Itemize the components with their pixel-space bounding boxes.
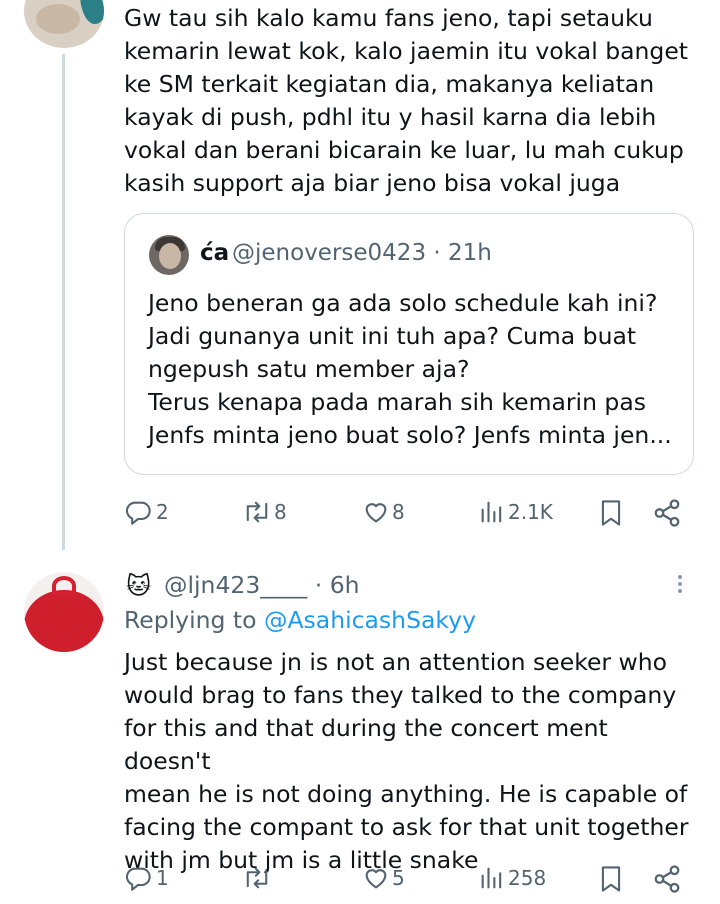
like-count: 5: [392, 866, 405, 890]
repost-button[interactable]: [242, 864, 274, 892]
share-icon: [654, 499, 680, 527]
reply-icon: [125, 867, 151, 891]
thread-connector-line: [62, 54, 65, 550]
share-icon: [654, 865, 680, 893]
quoted-tweet-text: Jeno beneran ga ada solo schedule kah in…: [148, 289, 672, 449]
handle-time: @ljn423____ · 6h: [164, 571, 360, 599]
replying-handle-link[interactable]: @AsahicashSakyy: [264, 606, 476, 634]
share-button[interactable]: [652, 864, 682, 894]
repost-button[interactable]: 8: [242, 498, 287, 526]
avatar[interactable]: [24, 0, 104, 48]
tweet-text: Just because jn is not an attention seek…: [124, 648, 689, 874]
views-icon: [481, 867, 502, 889]
like-count: 8: [392, 500, 405, 524]
replying-prefix: Replying to: [124, 606, 264, 634]
avatar[interactable]: [24, 572, 104, 652]
reply-icon: [125, 501, 151, 525]
views-count: 2.1K: [508, 500, 553, 524]
reply-count: 1: [156, 866, 169, 890]
views-button[interactable]: 258: [478, 864, 546, 892]
bookmark-button[interactable]: [598, 498, 624, 528]
quoted-handle-time: @jenoverse0423 · 21h: [232, 240, 492, 266]
quoted-display-name[interactable]: ća: [200, 240, 229, 266]
like-icon: [365, 869, 387, 889]
views-icon: [481, 501, 502, 523]
repost-icon: [246, 867, 268, 889]
repost-count: 8: [274, 500, 287, 524]
like-button[interactable]: 5: [362, 864, 405, 892]
display-name-emoji[interactable]: 🐱: [126, 572, 151, 600]
like-button[interactable]: 8: [362, 498, 405, 526]
replying-to: Replying to @AsahicashSakyy: [124, 606, 476, 634]
more-icon[interactable]: [668, 572, 692, 600]
bookmark-icon: [601, 866, 621, 892]
tweet-text: Gw tau sih kalo kamu fans jeno, tapi set…: [124, 4, 688, 197]
repost-icon: [246, 501, 268, 523]
reply-button[interactable]: 1: [124, 864, 169, 892]
like-icon: [365, 503, 387, 523]
views-button[interactable]: 2.1K: [478, 498, 553, 526]
share-button[interactable]: [652, 498, 682, 528]
quoted-avatar[interactable]: [149, 235, 189, 275]
reply-count: 2: [156, 500, 169, 524]
reply-button[interactable]: 2: [124, 498, 169, 526]
views-count: 258: [508, 866, 547, 890]
bookmark-icon: [601, 500, 621, 526]
bookmark-button[interactable]: [598, 864, 624, 894]
